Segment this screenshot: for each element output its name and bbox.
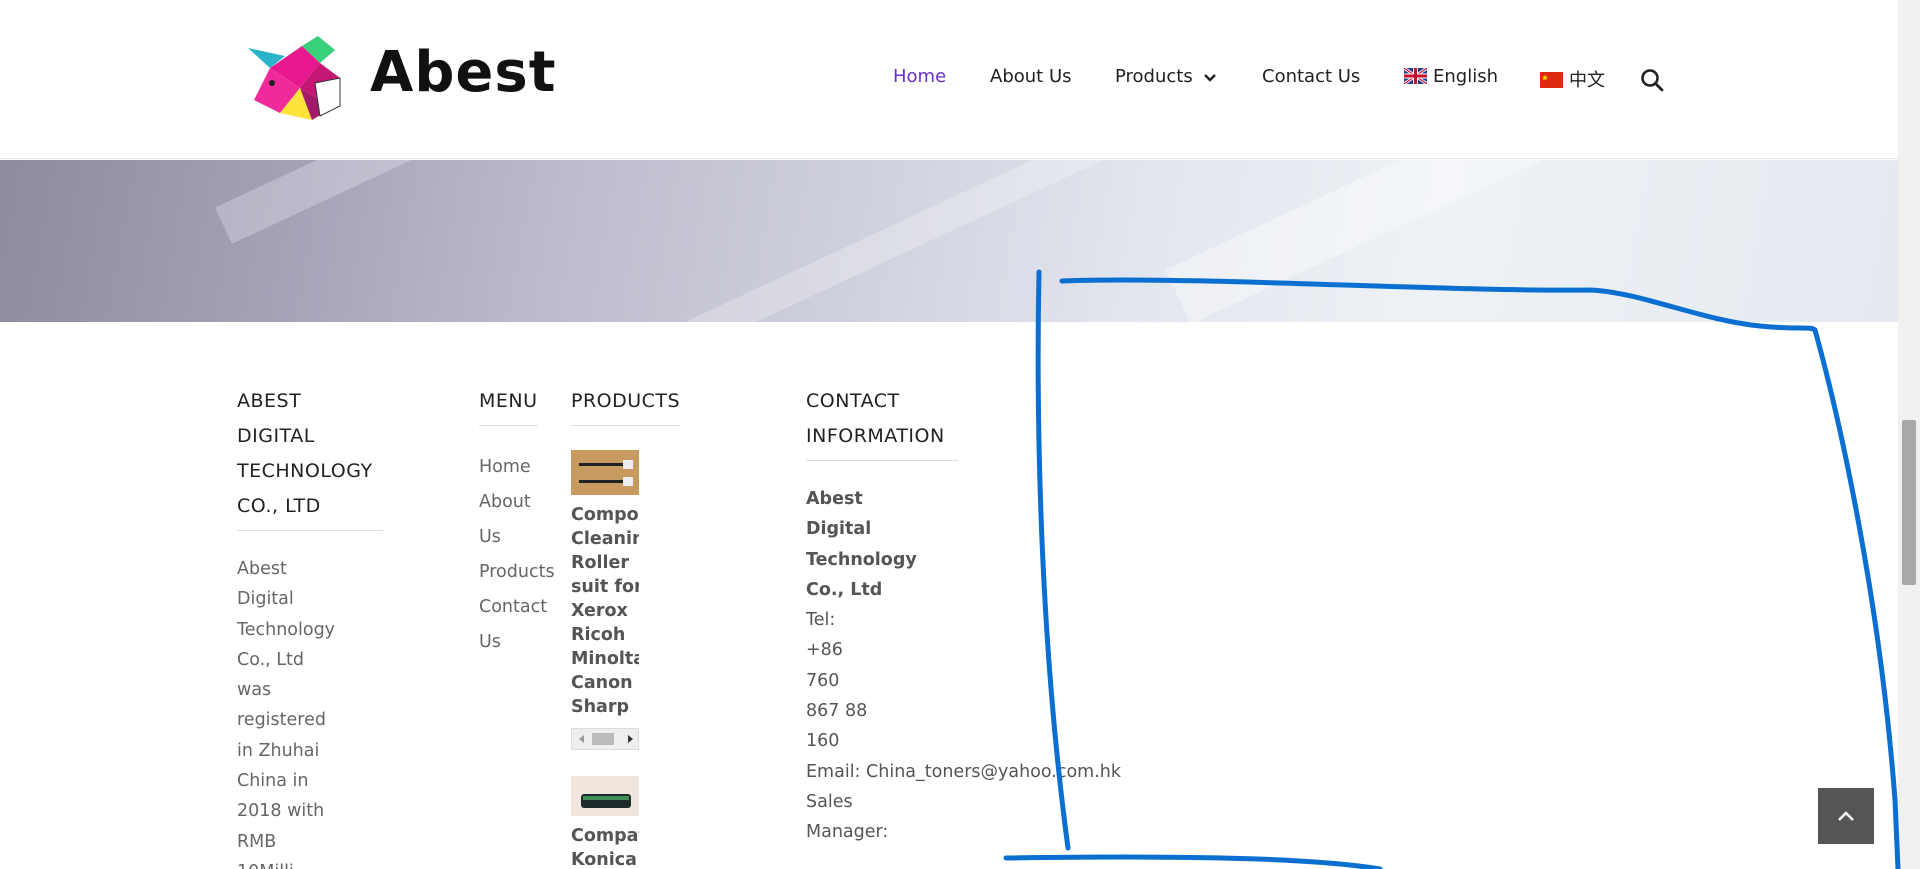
product-carousel-scrollbar[interactable]: [571, 728, 639, 750]
product-item[interactable]: Compat Konica: [571, 776, 639, 869]
contact-block: Abest Digital Technology Co., Ltd Tel: +…: [806, 484, 1121, 848]
contact-phone: Tel: +86 760 867 88 160: [806, 610, 868, 752]
contact-email-row: Email: China_toners@yahoo.com.hk: [806, 757, 1121, 787]
chevron-up-icon: [1838, 811, 1854, 821]
contact-company-name: Abest Digital Technology Co., Ltd: [806, 489, 917, 600]
page-scrollbar-thumb[interactable]: [1902, 420, 1916, 585]
nav-language-english[interactable]: English: [1404, 66, 1498, 87]
scroll-right-icon[interactable]: [624, 729, 636, 749]
search-icon[interactable]: [1640, 68, 1664, 92]
company-description: Abest Digital Technology Co., Ltd was re…: [237, 559, 336, 869]
nav-language-chinese[interactable]: 中文: [1540, 66, 1605, 92]
footer-link-contact-us[interactable]: Contact Us: [479, 590, 549, 660]
chevron-down-icon: [1204, 74, 1217, 82]
english-label: English: [1433, 66, 1498, 87]
nav-products-label: Products: [1115, 66, 1193, 87]
product-title[interactable]: Compat Konica: [571, 824, 639, 869]
back-to-top-button[interactable]: [1818, 788, 1874, 844]
contact-sales-manager: Sales Manager:: [806, 791, 889, 843]
nav-products[interactable]: Products: [1115, 66, 1217, 87]
product-thumbnail[interactable]: [571, 776, 639, 816]
chinese-label: 中文: [1569, 70, 1605, 91]
footer-link-home[interactable]: Home: [479, 450, 559, 485]
nav-home[interactable]: Home: [893, 66, 946, 87]
product-title[interactable]: Compor Cleaning Roller suit for Xerox Ri…: [571, 503, 639, 719]
menu-title: MENU: [479, 384, 538, 426]
product-thumbnail[interactable]: [571, 450, 639, 495]
carousel-scroll-thumb[interactable]: [592, 733, 614, 745]
products-title: PRODUCTS: [571, 384, 681, 426]
site-header: Abest Home About Us Products Contact Us …: [0, 0, 1898, 159]
company-title: ABEST DIGITAL TECHNOLOGY CO., LTD: [237, 384, 383, 531]
footer-menu: Home About Us Products Contact Us: [479, 450, 559, 660]
hero-banner-image: [0, 160, 1898, 322]
nav-contact-us[interactable]: Contact Us: [1262, 66, 1360, 87]
logo-wordmark[interactable]: Abest: [370, 40, 557, 105]
uk-flag-icon: [1404, 68, 1427, 84]
footer-link-about-us[interactable]: About Us: [479, 485, 534, 555]
contact-title: CONTACT INFORMATION: [806, 384, 958, 461]
nav-about-us[interactable]: About Us: [990, 66, 1072, 87]
footer-link-products[interactable]: Products: [479, 555, 559, 590]
contact-email-label: Email:: [806, 761, 861, 782]
contact-email[interactable]: China_toners@yahoo.com.hk: [866, 762, 1121, 782]
product-item[interactable]: Compor Cleaning Roller suit for Xerox Ri…: [571, 450, 639, 719]
china-flag-icon: [1540, 72, 1563, 88]
scroll-left-icon[interactable]: [576, 729, 588, 749]
